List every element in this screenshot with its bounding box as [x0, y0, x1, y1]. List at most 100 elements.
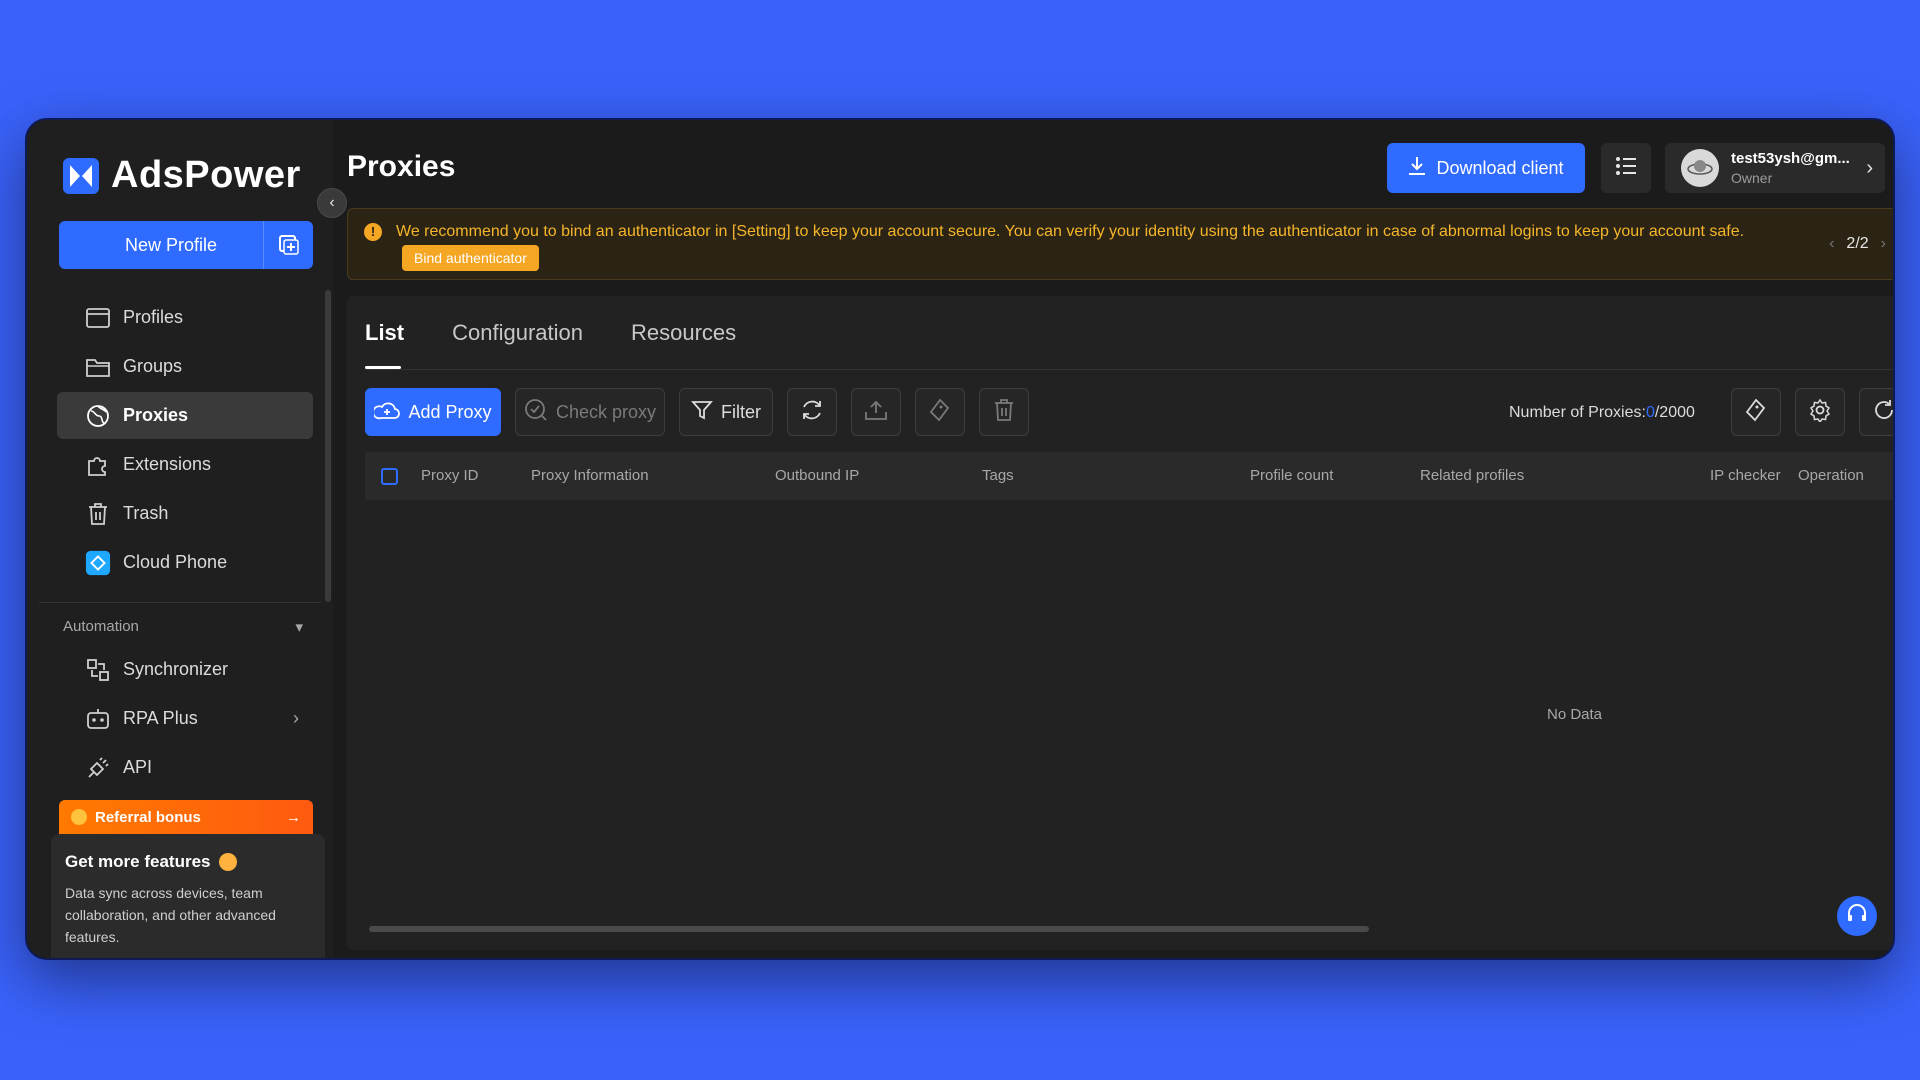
chevron-right-icon[interactable]: ›	[1881, 231, 1886, 257]
tabs-divider	[365, 369, 1893, 370]
support-chat-button[interactable]	[1837, 896, 1877, 936]
bind-authenticator-button[interactable]: Bind authenticator	[402, 245, 539, 271]
security-banner: ! We recommend you to bind an authentica…	[347, 208, 1893, 280]
column-header-proxy-information[interactable]: Proxy Information	[531, 452, 649, 500]
filter-button[interactable]: Filter	[679, 388, 773, 436]
sidebar-item-profiles[interactable]: Profiles	[57, 294, 313, 341]
chevron-right-icon: ›	[293, 708, 299, 728]
tab-list[interactable]: List	[365, 296, 404, 369]
sidebar-item-label: Trash	[123, 503, 169, 523]
upgrade-title: Get more features	[65, 852, 311, 872]
main-nav: Profiles Groups Proxies Extensions Trash…	[57, 294, 313, 588]
proxy-count-max: /2000	[1654, 404, 1695, 421]
page-title: Proxies	[347, 150, 456, 183]
sidebar-item-groups[interactable]: Groups	[57, 343, 313, 390]
tag-icon	[929, 398, 951, 427]
tab-configuration[interactable]: Configuration	[452, 296, 583, 369]
proxy-toolbar: Add Proxy Check proxy Filter	[365, 388, 1029, 436]
set-tags-button[interactable]	[915, 388, 965, 436]
chevron-left-icon[interactable]: ‹	[1829, 231, 1834, 257]
banner-pager: ‹ 2/2 ›	[1829, 231, 1886, 257]
proxy-count-current: 0	[1645, 404, 1655, 421]
app-logo: AdsPower	[63, 154, 301, 197]
account-email: test53ysh@gm...	[1731, 150, 1850, 167]
referral-label: Referral bonus	[95, 808, 201, 826]
filter-icon	[691, 399, 713, 426]
refresh-icon	[1872, 398, 1893, 427]
adspower-logo-icon	[63, 157, 99, 194]
automation-nav: Synchronizer RPA Plus › API	[57, 646, 313, 793]
reload-button[interactable]	[1859, 388, 1893, 436]
collapse-sidebar-button[interactable]: ‹	[317, 188, 347, 218]
trash-icon	[85, 501, 111, 527]
coin-icon	[71, 809, 87, 825]
sidebar-item-label: Cloud Phone	[123, 552, 228, 572]
column-header-operation[interactable]: Operation	[1798, 452, 1864, 500]
refresh-button[interactable]	[787, 388, 837, 436]
download-icon	[1408, 156, 1426, 181]
banner-page-indicator: 2/2	[1846, 235, 1869, 252]
sidebar-item-synchronizer[interactable]: Synchronizer	[57, 646, 313, 693]
sidebar-item-label: Proxies	[123, 405, 189, 425]
column-header-profile-count[interactable]: Profile count	[1250, 452, 1333, 500]
sidebar-item-extensions[interactable]: Extensions	[57, 441, 313, 488]
sidebar: AdsPower New Profile Profiles Groups Pro…	[27, 120, 333, 958]
add-proxy-button[interactable]: Add Proxy	[365, 388, 501, 436]
column-header-outbound-ip[interactable]: Outbound IP	[775, 452, 859, 500]
plug-icon	[85, 755, 111, 781]
upload-icon	[864, 399, 888, 426]
cloud-upload-icon	[372, 400, 401, 425]
settings-button[interactable]	[1795, 388, 1845, 436]
batch-add-profile-icon[interactable]	[263, 221, 313, 269]
proxy-count: Number of Proxies:0/2000	[1509, 404, 1695, 422]
column-header-proxy-id[interactable]: Proxy ID	[421, 452, 479, 500]
new-profile-button[interactable]: New Profile	[59, 221, 313, 269]
table-header: Proxy ID Proxy Information Outbound IP T…	[365, 452, 1893, 500]
proxy-globe-icon	[85, 403, 111, 429]
check-proxy-label: Check proxy	[555, 401, 657, 422]
check-proxy-button[interactable]: Check proxy	[515, 388, 665, 436]
upgrade-card[interactable]: Get more features Data sync across devic…	[51, 834, 325, 958]
sidebar-divider	[39, 602, 321, 603]
download-client-button[interactable]: Download client	[1387, 143, 1585, 193]
column-header-tags[interactable]: Tags	[982, 452, 1014, 500]
referral-bonus-banner[interactable]: Referral bonus →	[59, 800, 313, 834]
sidebar-scrollbar[interactable]	[325, 290, 331, 602]
account-menu[interactable]: test53ysh@gm... Owner ›	[1665, 143, 1885, 193]
folder-icon	[85, 354, 111, 380]
sidebar-item-label: Extensions	[123, 454, 212, 474]
tag-manage-button[interactable]	[1731, 388, 1781, 436]
sidebar-item-api[interactable]: API	[57, 744, 313, 791]
sidebar-item-rpa-plus[interactable]: RPA Plus ›	[57, 695, 313, 742]
sidebar-item-label: Profiles	[123, 307, 184, 327]
headset-icon	[1846, 903, 1868, 930]
task-list-button[interactable]	[1601, 143, 1651, 193]
export-button[interactable]	[851, 388, 901, 436]
filter-label: Filter	[721, 401, 761, 422]
account-info: test53ysh@gm... Owner	[1731, 150, 1850, 186]
arrow-right-icon: →	[286, 808, 301, 826]
puzzle-icon	[85, 452, 111, 478]
sidebar-item-cloud-phone[interactable]: Cloud Phone	[57, 539, 313, 586]
horizontal-scrollbar[interactable]	[369, 926, 1369, 932]
sidebar-item-trash[interactable]: Trash	[57, 490, 313, 537]
select-all-checkbox[interactable]	[381, 468, 398, 485]
cloud-phone-icon	[85, 550, 111, 576]
upgrade-description: Data sync across devices, team collabora…	[65, 885, 276, 945]
column-header-ip-checker[interactable]: IP checker	[1710, 452, 1781, 500]
app-name: AdsPower	[111, 154, 301, 196]
banner-text: We recommend you to bind an authenticato…	[396, 223, 1745, 240]
download-client-label: Download client	[1436, 157, 1564, 178]
robot-icon	[85, 706, 111, 732]
account-role: Owner	[1731, 170, 1773, 186]
delete-button[interactable]	[979, 388, 1029, 436]
sidebar-item-proxies[interactable]: Proxies	[57, 392, 313, 439]
automation-section-header[interactable]: Automation ▾	[63, 618, 303, 636]
refresh-icon	[800, 398, 824, 427]
planet-icon	[218, 853, 237, 871]
tab-resources[interactable]: Resources	[631, 296, 736, 369]
column-header-related-profiles[interactable]: Related profiles	[1420, 452, 1524, 500]
automation-label: Automation	[63, 618, 139, 635]
sidebar-item-label: Synchronizer	[123, 659, 229, 679]
app-window: AdsPower New Profile Profiles Groups Pro…	[25, 118, 1895, 960]
